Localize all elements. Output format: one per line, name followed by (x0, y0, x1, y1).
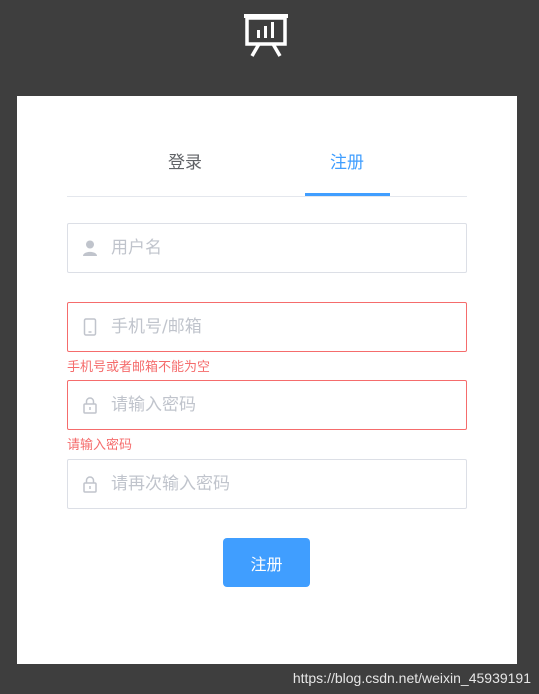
lock-icon (81, 475, 99, 493)
lock-icon (81, 396, 99, 414)
password-error-message: 请输入密码 (67, 438, 133, 453)
auth-tabs: 登录 注册 (67, 96, 467, 197)
username-input[interactable] (111, 224, 451, 272)
confirm-password-input[interactable] (111, 460, 451, 508)
user-icon (81, 239, 99, 257)
contact-error-message: 手机号或者邮箱不能为空 (67, 360, 211, 375)
presentation-chart-icon (243, 13, 289, 57)
password-input[interactable] (111, 381, 451, 429)
contact-field (67, 302, 467, 352)
tab-register[interactable]: 注册 (330, 148, 364, 173)
username-field (67, 223, 467, 273)
mobile-phone-icon (81, 318, 99, 336)
tab-login[interactable]: 登录 (168, 148, 202, 173)
contact-input[interactable] (111, 303, 451, 351)
auth-card: 登录 注册 手机号或者邮箱不能为空 (17, 96, 517, 664)
active-tab-indicator (305, 193, 390, 196)
password-field (67, 380, 467, 430)
register-submit-button[interactable]: 注册 (223, 538, 310, 587)
watermark-url: https://blog.csdn.net/weixin_45939191 (292, 670, 531, 686)
confirm-password-field (67, 459, 467, 509)
